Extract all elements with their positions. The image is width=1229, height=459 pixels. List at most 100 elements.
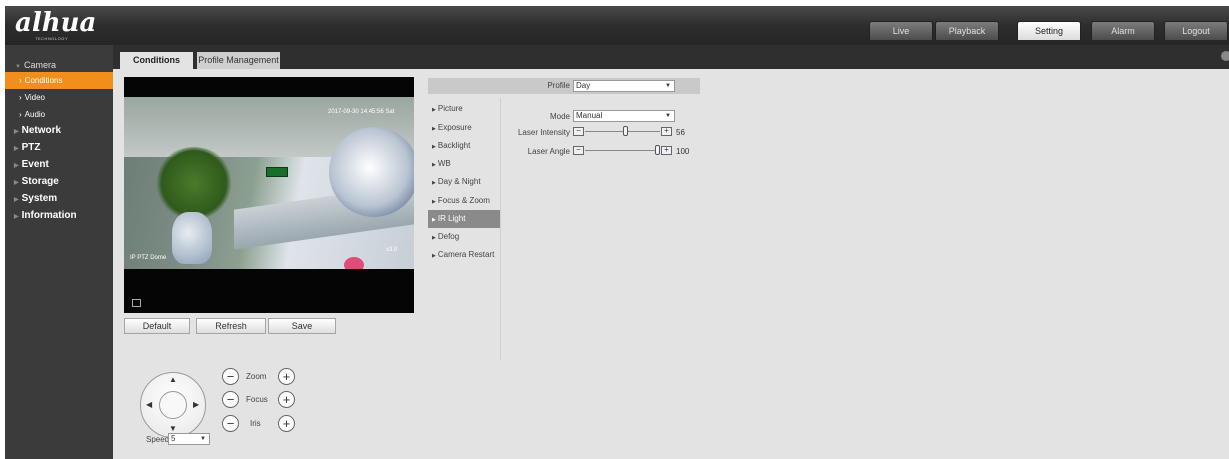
zoom-in-button[interactable]: + <box>278 368 295 385</box>
osd-time: 2017-09-30 14:45:56 Sat <box>328 109 395 115</box>
sidebar-item-conditions[interactable]: › Conditions <box>5 72 113 89</box>
tab-profile-management[interactable]: Profile Management <box>197 52 280 69</box>
sidebar-item-audio[interactable]: › Audio <box>5 106 113 123</box>
sidebar-item-system[interactable]: ▶ System <box>5 190 113 207</box>
ptz-down-icon[interactable]: ▼ <box>169 424 177 433</box>
sidebar-item-label: Video <box>24 93 45 102</box>
sidebar-item-label: Camera <box>23 60 56 70</box>
video-preview: 2017-09-30 14:45:56 Sat IP PTZ Dome x3.0 <box>124 77 414 313</box>
laser-angle-value: 100 <box>676 147 690 156</box>
laser-angle-label: Laser Angle <box>527 147 570 156</box>
menu-item-label: Picture <box>437 104 463 113</box>
menu-item-focus-zoom[interactable]: ▶ Focus & Zoom <box>428 192 500 210</box>
ptz-up-icon[interactable]: ▲ <box>169 375 177 384</box>
ptz-auto-button[interactable] <box>159 391 187 419</box>
zoom-out-button[interactable]: − <box>222 368 239 385</box>
laser-angle-thumb[interactable] <box>655 145 660 155</box>
sidebar-item-network[interactable]: ▶ Network <box>5 122 113 139</box>
menu-item-label: WB <box>437 159 451 168</box>
laser-intensity-thumb[interactable] <box>623 126 629 136</box>
sidebar-item-label: Event <box>21 159 49 170</box>
nav-logout[interactable]: Logout <box>1164 21 1228 40</box>
menu-item-ir-light[interactable]: ▶ IR Light <box>428 210 500 228</box>
triangle-right-icon: ▶ <box>432 235 436 241</box>
menu-item-label: Backlight <box>437 141 471 150</box>
menu-item-label: Day & Night <box>437 177 481 186</box>
menu-divider <box>500 98 501 360</box>
laser-intensity-label: Laser Intensity <box>517 128 570 137</box>
sidebar-item-label: Conditions <box>24 76 63 85</box>
expand-icon: ▶ <box>14 163 19 169</box>
expand-icon: ▶ <box>14 146 19 152</box>
menu-item-backlight[interactable]: ▶ Backlight <box>428 137 500 155</box>
iris-open-button[interactable]: + <box>278 415 295 432</box>
sidebar-item-label: PTZ <box>21 142 41 153</box>
chevron-right-icon: › <box>19 76 22 85</box>
fullscreen-icon[interactable] <box>132 299 141 307</box>
iris-close-button[interactable]: − <box>222 415 239 432</box>
profile-label: Profile <box>547 81 570 90</box>
nav-setting[interactable]: Setting <box>1017 21 1081 40</box>
focus-near-button[interactable]: − <box>222 391 239 408</box>
speed-select[interactable]: 5 ▼ <box>168 433 210 445</box>
expand-icon: ▶ <box>14 180 19 186</box>
menu-item-label: Exposure <box>437 123 472 132</box>
sidebar-item-event[interactable]: ▶ Event <box>5 156 113 173</box>
collapse-icon: ▼ <box>15 64 21 70</box>
chevron-right-icon: › <box>19 110 22 119</box>
mode-value: Manual <box>576 111 603 120</box>
menu-item-wb[interactable]: ▶ WB <box>428 155 500 173</box>
sidebar-item-label: Audio <box>24 110 46 119</box>
triangle-right-icon: ▶ <box>432 217 436 223</box>
nav-playback[interactable]: Playback <box>935 21 999 40</box>
sidebar-item-label: System <box>21 193 58 204</box>
triangle-right-icon: ▶ <box>432 180 436 186</box>
menu-item-picture[interactable]: ▶ Picture <box>428 100 500 118</box>
laser-angle-increase-button[interactable]: + <box>661 146 672 155</box>
sidebar-item-storage[interactable]: ▶ Storage <box>5 173 113 190</box>
triangle-right-icon: ▶ <box>432 253 436 259</box>
iris-label: Iris <box>250 419 261 428</box>
menu-item-defog[interactable]: ▶ Defog <box>428 228 500 246</box>
triangle-right-icon: ▶ <box>432 107 436 113</box>
menu-item-day-night[interactable]: ▶ Day & Night <box>428 173 500 191</box>
expand-icon: ▶ <box>14 214 19 220</box>
ptz-right-icon[interactable]: ▶ <box>193 400 199 409</box>
brand-logo-sub: TECHNOLOGY <box>35 36 69 41</box>
laser-angle-decrease-button[interactable]: − <box>573 146 584 155</box>
expand-icon: ▶ <box>14 197 19 203</box>
mode-select[interactable]: Manual ▼ <box>573 110 675 122</box>
profile-select[interactable]: Day ▼ <box>573 80 675 92</box>
subtab-bar <box>113 45 1229 69</box>
tab-conditions[interactable]: Conditions <box>120 52 193 69</box>
sidebar-item-ptz[interactable]: ▶ PTZ <box>5 139 113 156</box>
menu-item-label: Defog <box>437 232 460 241</box>
menu-item-exposure[interactable]: ▶ Exposure <box>428 119 500 137</box>
focus-far-button[interactable]: + <box>278 391 295 408</box>
dropdown-caret-icon: ▼ <box>200 436 206 442</box>
sidebar-item-video[interactable]: › Video <box>5 89 113 106</box>
nav-alarm[interactable]: Alarm <box>1091 21 1155 40</box>
menu-item-label: Camera Restart <box>437 250 495 259</box>
save-button[interactable]: Save <box>268 318 336 334</box>
sidebar-item-label: Storage <box>21 176 59 187</box>
speed-value: 5 <box>171 434 176 443</box>
sidebar-item-information[interactable]: ▶ Information <box>5 207 113 224</box>
nav-live[interactable]: Live <box>869 21 933 40</box>
dropdown-caret-icon: ▼ <box>665 83 671 89</box>
laser-intensity-increase-button[interactable]: + <box>661 127 672 136</box>
focus-label: Focus <box>246 395 268 404</box>
refresh-button[interactable]: Refresh <box>196 318 266 334</box>
expand-icon: ▶ <box>14 129 19 135</box>
speed-label: Speed <box>146 435 170 444</box>
ptz-left-icon[interactable]: ◀ <box>146 400 152 409</box>
menu-item-camera-restart[interactable]: ▶ Camera Restart <box>428 246 500 264</box>
laser-angle-track[interactable] <box>585 150 660 151</box>
triangle-right-icon: ▶ <box>432 162 436 168</box>
video-frame: 2017-09-30 14:45:56 Sat IP PTZ Dome x3.0 <box>124 97 414 269</box>
laser-intensity-decrease-button[interactable]: − <box>573 127 584 136</box>
default-button[interactable]: Default <box>124 318 190 334</box>
zoom-label: Zoom <box>246 372 267 381</box>
brand-logo: alhua <box>15 8 97 38</box>
help-icon[interactable] <box>1221 51 1229 61</box>
